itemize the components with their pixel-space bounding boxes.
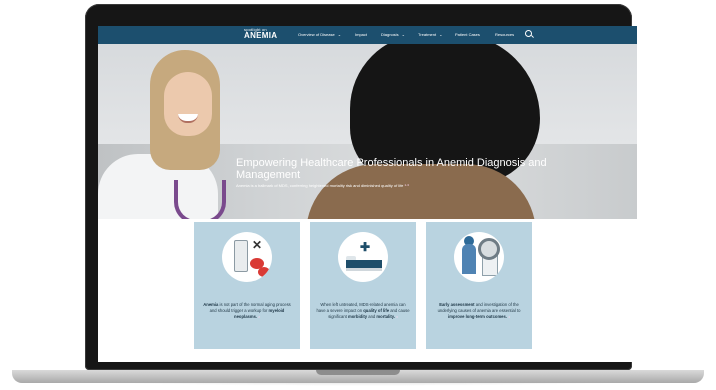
card-bold-3: mortality. — [376, 314, 395, 319]
nav-item-patient-cases[interactable]: Patient Cases — [455, 32, 480, 37]
nav-item-treatment[interactable]: Treatment ⌄ — [418, 32, 442, 37]
nav-label: Impact — [355, 32, 368, 37]
bed-frame-icon — [346, 268, 382, 271]
stethoscope-icon — [174, 180, 226, 219]
hero-subtitle-text: Anemia is a hallmark of MDS, conferring … — [236, 183, 404, 188]
hero-title: Empowering Healthcare Professionals in A… — [236, 157, 547, 181]
nav-label: Treatment — [418, 32, 437, 37]
info-card-assessment: Early assessment and investigation of th… — [426, 222, 532, 349]
logo-big-text: ANEMIA — [244, 31, 278, 40]
nav-label: Resources — [495, 32, 515, 37]
hero-subtitle-ref: 1-3 — [404, 183, 409, 187]
info-card-untreated: ✚ When left untreated, MDS-related anemi… — [310, 222, 416, 349]
blood-cells-illustration: ✕ — [222, 232, 272, 282]
card-bold: improve long-term outcomes. — [448, 314, 508, 319]
card-text: Anemia is not part of the normal aging p… — [200, 302, 294, 320]
hospital-bed-icon — [346, 260, 382, 268]
card-ref: 2 — [258, 315, 260, 319]
chevron-down-icon: ⌄ — [401, 32, 405, 37]
nav-item-overview[interactable]: Overview of Disease ⌄ — [298, 32, 341, 37]
hospital-bed-illustration: ✚ — [338, 232, 388, 282]
card-text: Early assessment and investigation of th… — [432, 302, 526, 320]
medical-cross-icon: ✚ — [360, 240, 371, 254]
card-ref: 4 — [508, 315, 510, 319]
card-lead: Anemia — [203, 302, 219, 307]
card-bold-2: morbidity — [348, 314, 368, 319]
doctor-face-shape — [164, 72, 212, 136]
card-tail-2: and — [367, 314, 377, 319]
nav-label: Patient Cases — [455, 32, 480, 37]
card-ref: 3 — [396, 315, 398, 319]
website-screen: spotlight on ANEMIA Overview of Disease ⌄… — [98, 26, 637, 362]
nav-item-resources[interactable]: Resources — [495, 32, 514, 37]
magnifier-icon — [478, 238, 500, 260]
hero-subtitle: Anemia is a hallmark of MDS, conferring … — [236, 183, 556, 188]
info-card-aging: ✕ Anemia is not part of the normal aging… — [194, 222, 300, 349]
card-text: When left untreated, MDS-related anemia … — [316, 302, 410, 320]
nav-item-impact[interactable]: Impact — [355, 32, 367, 37]
top-navigation: spotlight on ANEMIA Overview of Disease ⌄… — [98, 26, 637, 44]
site-logo[interactable]: spotlight on ANEMIA — [244, 28, 277, 40]
red-blood-cell-icon — [258, 267, 270, 277]
search-icon[interactable] — [525, 30, 532, 37]
person-icon — [462, 244, 476, 274]
chevron-down-icon: ⌄ — [337, 32, 342, 37]
nav-label: Diagnosis — [381, 32, 399, 37]
chevron-down-icon: ⌄ — [439, 32, 443, 37]
nav-item-diagnosis[interactable]: Diagnosis ⌄ — [381, 32, 405, 37]
assessment-illustration — [454, 232, 504, 282]
test-tube-icon — [234, 240, 248, 272]
card-bold: quality of life — [363, 308, 390, 313]
nav-label: Overview of Disease — [298, 32, 335, 37]
x-mark-icon: ✕ — [252, 238, 263, 252]
hero-banner: Empowering Healthcare Professionals in A… — [98, 44, 637, 219]
laptop-notch — [316, 370, 400, 375]
card-lead: Early assessment — [439, 302, 475, 307]
